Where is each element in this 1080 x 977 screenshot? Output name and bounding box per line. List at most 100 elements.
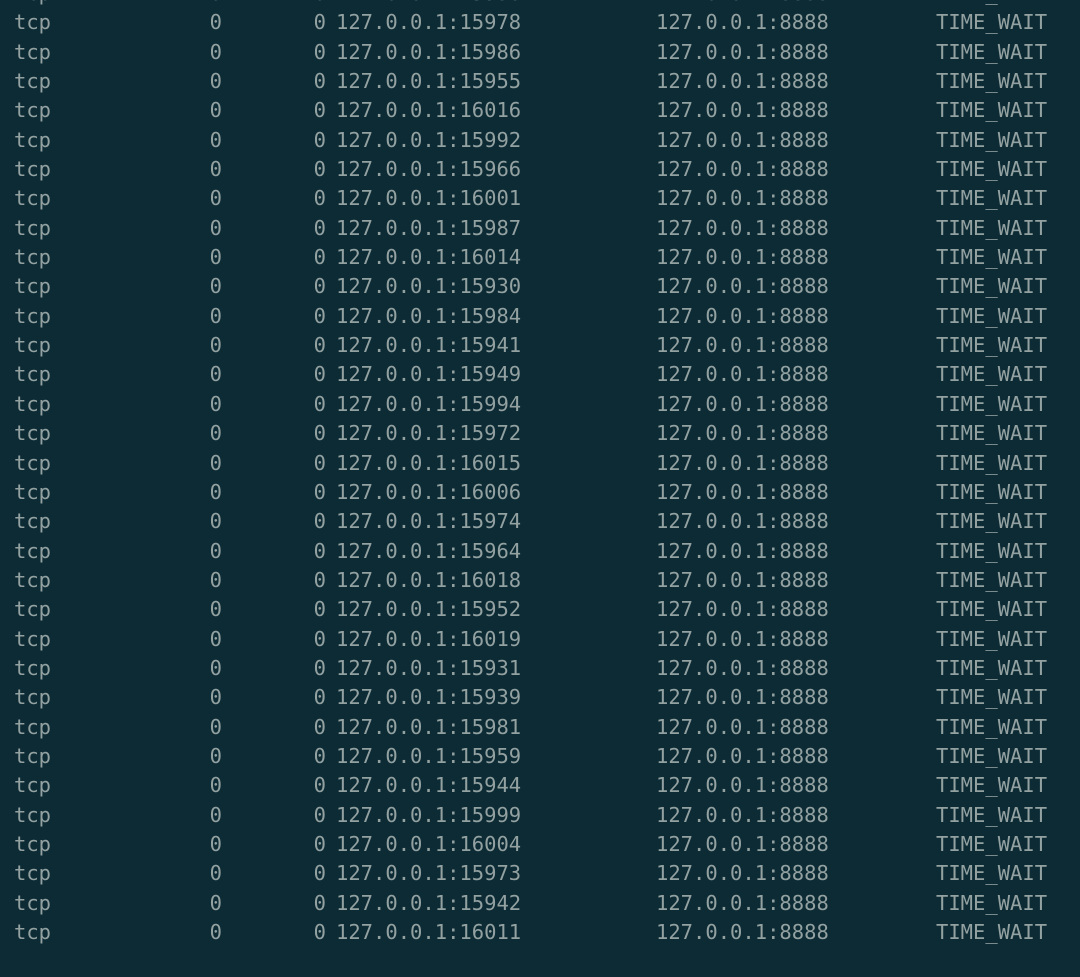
row-local-address: 127.0.0.1:15930 [336,274,522,299]
table-row: tcp 0 0 127.0.0.1:15972 127.0.0.1:8888 TIME_W… [0,419,1080,448]
row-recv-q: 0 [209,685,222,710]
row-state: TIME_WAIT [936,98,1048,123]
row-recv-q: 0 [209,157,222,182]
row-proto: tcp [14,186,52,211]
row-foreign-address: 127.0.0.1:8888 [656,391,829,416]
row-send-q: 0 [313,421,326,446]
row-state: TIME_WAIT [936,861,1048,886]
row-proto: tcp [14,245,52,270]
row-proto: tcp [14,391,52,416]
row-local-address: 127.0.0.1:15931 [336,655,522,680]
terminal-window[interactable]: tcp00127.0.0.1:15936127.0.0.1:8888TIME_W… [0,0,1080,977]
row-local-address: 127.0.0.1:15941 [336,333,522,358]
row-state: TIME_WAIT [936,69,1048,94]
row-local-address: 127.0.0.1:15959 [336,743,522,768]
terminal-scroll-viewport[interactable]: tcp00127.0.0.1:15936127.0.0.1:8888TIME_W… [0,0,1080,947]
row-foreign-address: 127.0.0.1:8888 [656,743,829,768]
row-foreign-address: 127.0.0.1:8888 [656,0,936,8]
row-proto: tcp [14,773,52,798]
row-local-address: 127.0.0.1:16015 [336,450,522,475]
row-send-q: 0 [313,362,326,387]
row-foreign-address: 127.0.0.1:8888 [656,538,829,563]
row-recv-q: 0 [209,10,222,35]
row-send-q: 0 [313,538,326,563]
row-send-q: 0 [313,655,326,680]
row-proto: tcp [0,0,118,8]
row-recv-q: 0 [209,890,222,915]
row-local-address: 127.0.0.1:16016 [336,98,522,123]
table-row: tcp 0 0 127.0.0.1:15942 127.0.0.1:8888 TIME_W… [0,889,1080,918]
table-row: tcp 0 0 127.0.0.1:15999 127.0.0.1:8888 TIME_W… [0,801,1080,830]
table-row: tcp 0 0 127.0.0.1:16015 127.0.0.1:8888 TIME_W… [0,449,1080,478]
table-row: tcp 0 0 127.0.0.1:16019 127.0.0.1:8888 TIME_W… [0,625,1080,654]
row-foreign-address: 127.0.0.1:8888 [656,567,829,592]
row-local-address: 127.0.0.1:16014 [336,245,522,270]
table-row: tcp 0 0 127.0.0.1:16006 127.0.0.1:8888 TIME_W… [0,478,1080,507]
row-local-address: 127.0.0.1:15952 [336,597,522,622]
row-send-q: 0 [313,743,326,768]
row-state: TIME_WAIT [936,333,1048,358]
row-foreign-address: 127.0.0.1:8888 [656,274,829,299]
row-foreign-address: 127.0.0.1:8888 [656,245,829,270]
row-local-address: 127.0.0.1:16011 [336,920,522,944]
row-recv-q: 0 [209,391,222,416]
table-row: tcp 0 0 127.0.0.1:16018 127.0.0.1:8888 TIME_W… [0,566,1080,595]
table-row: tcp 0 0 127.0.0.1:15964 127.0.0.1:8888 TIME_W… [0,537,1080,566]
row-state: TIME_WAIT [936,421,1048,446]
row-send-q: 0 [313,215,326,240]
table-row: tcp 0 0 127.0.0.1:15939 127.0.0.1:8888 TIME_W… [0,683,1080,712]
row-proto: tcp [14,920,52,944]
row-local-address: 127.0.0.1:15955 [336,69,522,94]
row-state: TIME_WAIT [936,391,1048,416]
row-state: TIME_WAIT [936,920,1048,944]
row-send-q: 0 [313,567,326,592]
row-foreign-address: 127.0.0.1:8888 [656,685,829,710]
row-recv-q: 0 [209,831,222,856]
row-send-q: 0 [313,773,326,798]
row-state: TIME_WAIT [936,362,1048,387]
row-send-q: 0 [313,333,326,358]
row-state: TIME_WAIT [936,479,1048,504]
row-proto: tcp [14,538,52,563]
row-proto: tcp [14,655,52,680]
table-row: tcp 0 0 127.0.0.1:16001 127.0.0.1:8888 TIME_W… [0,184,1080,213]
table-row: tcp 0 0 127.0.0.1:16014 127.0.0.1:8888 TIME_W… [0,243,1080,272]
table-row: tcp 0 0 127.0.0.1:15952 127.0.0.1:8888 TIME_W… [0,595,1080,624]
row-proto: tcp [14,567,52,592]
row-proto: tcp [14,215,52,240]
row-recv-q: 0 [209,920,222,944]
row-recv-q: 0 [209,215,222,240]
row-foreign-address: 127.0.0.1:8888 [656,509,829,534]
row-send-q: 0 [313,831,326,856]
row-send-q: 0 [313,10,326,35]
row-state: TIME_WAIT [936,773,1048,798]
row-local-address: 127.0.0.1:15986 [336,39,522,64]
row-local-address: 127.0.0.1:15964 [336,538,522,563]
table-row: tcp 0 0 127.0.0.1:15984 127.0.0.1:8888 TIME_W… [0,302,1080,331]
table-row: tcp 0 0 127.0.0.1:15931 127.0.0.1:8888 TIME_W… [0,654,1080,683]
table-row: tcp 0 0 127.0.0.1:16016 127.0.0.1:8888 TIME_W… [0,96,1080,125]
row-send-q: 0 [313,69,326,94]
table-row: tcp 0 0 127.0.0.1:15941 127.0.0.1:8888 TIME_W… [0,331,1080,360]
row-proto: tcp [14,743,52,768]
row-local-address: 127.0.0.1:15973 [336,861,522,886]
row-send-q: 0 [313,450,326,475]
row-proto: tcp [14,714,52,739]
row-send-q: 0 [313,714,326,739]
row-proto: tcp [14,98,52,123]
row-state: TIME_WAIT [936,215,1048,240]
table-row: tcp 0 0 127.0.0.1:15978 127.0.0.1:8888 TIME_W… [0,8,1080,37]
row-recv-q: 0 [209,98,222,123]
table-row: tcp 0 0 127.0.0.1:15987 127.0.0.1:8888 TIME_W… [0,214,1080,243]
row-proto: tcp [14,274,52,299]
row-send-q: 0 [313,626,326,651]
row-state: TIME_WAIT [936,802,1048,827]
row-foreign-address: 127.0.0.1:8888 [656,773,829,798]
row-send-q: 0 [313,597,326,622]
row-state: TIME_WAIT [936,303,1048,328]
row-proto: tcp [14,861,52,886]
row-send-q: 0 [313,509,326,534]
table-row: tcp 0 0 127.0.0.1:15930 127.0.0.1:8888 TIME_W… [0,272,1080,301]
row-foreign-address: 127.0.0.1:8888 [656,890,829,915]
table-row: tcp 0 0 127.0.0.1:16004 127.0.0.1:8888 TIME_W… [0,830,1080,859]
